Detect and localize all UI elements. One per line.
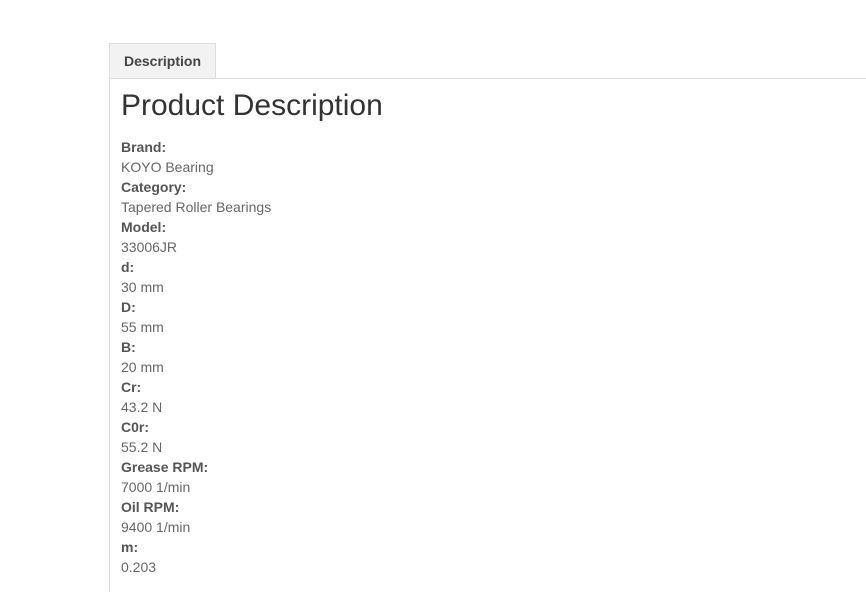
spec-label: Category: <box>121 179 187 195</box>
spec-value: KOYO Bearing <box>121 159 214 175</box>
spec-width: B: 20 mm <box>121 337 271 377</box>
tab-bar: Description <box>109 43 866 79</box>
spec-value: 9400 1/min <box>121 519 191 535</box>
tab-description[interactable]: Description <box>109 43 217 79</box>
spec-label: d: <box>121 259 135 275</box>
spec-value: Tapered Roller Bearings <box>121 199 272 215</box>
spec-grease-rpm: Grease RPM: 7000 1/min <box>121 457 271 497</box>
spec-label: Model: <box>121 219 167 235</box>
spec-static-load: C0r: 55.2 N <box>121 417 271 457</box>
page: Description Product Description Brand: K… <box>0 0 866 592</box>
spec-outer-diameter: D: 55 mm <box>121 297 271 337</box>
spec-label: Brand: <box>121 139 167 155</box>
spec-category: Category: Tapered Roller Bearings <box>121 177 271 217</box>
spec-inner-diameter: d: 30 mm <box>121 257 271 297</box>
spec-value: 55 mm <box>121 319 164 335</box>
spec-value: 55.2 N <box>121 439 163 455</box>
spec-model: Model: 33006JR <box>121 217 271 257</box>
spec-value: 30 mm <box>121 279 164 295</box>
spec-dynamic-load: Cr: 43.2 N <box>121 377 271 417</box>
page-title: Product Description <box>121 89 383 122</box>
spec-mass: m: 0.203 <box>121 537 271 577</box>
description-panel: Product Description Brand: KOYO Bearing … <box>109 79 866 592</box>
spec-value: 33006JR <box>121 239 178 255</box>
spec-oil-rpm: Oil RPM: 9400 1/min <box>121 497 271 537</box>
spec-list: Brand: KOYO Bearing Category: Tapered Ro… <box>121 137 271 577</box>
spec-value: 20 mm <box>121 359 164 375</box>
spec-brand: Brand: KOYO Bearing <box>121 137 271 177</box>
spec-value: 43.2 N <box>121 399 163 415</box>
spec-value: 0.203 <box>121 559 157 575</box>
spec-label: Grease RPM: <box>121 459 209 475</box>
spec-label: D: <box>121 299 136 315</box>
spec-label: C0r: <box>121 419 150 435</box>
spec-label: B: <box>121 339 136 355</box>
spec-label: m: <box>121 539 139 555</box>
spec-label: Oil RPM: <box>121 499 180 515</box>
spec-value: 7000 1/min <box>121 479 191 495</box>
spec-label: Cr: <box>121 379 142 395</box>
